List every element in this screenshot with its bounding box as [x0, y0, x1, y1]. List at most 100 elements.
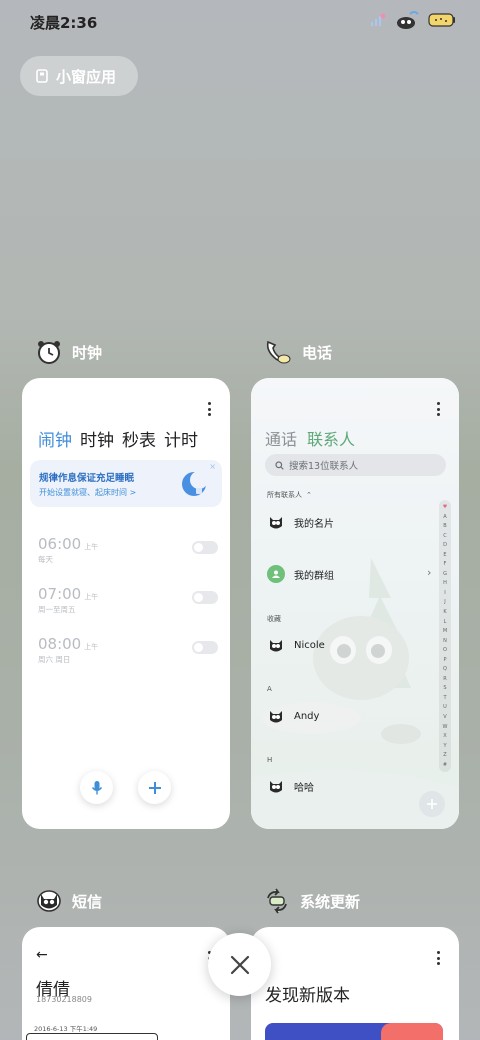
alphabet-index-letter[interactable]: #: [443, 762, 447, 768]
alphabet-index-letter[interactable]: Z: [443, 752, 446, 758]
clock-app-card[interactable]: 闹钟 时钟 秒表 计时 规律作息保证充足睡眠 开始设置就寝、起床时间 > × 0…: [22, 378, 230, 829]
alphabet-index-letter[interactable]: L: [444, 619, 447, 625]
alphabet-index-letter[interactable]: X: [443, 733, 446, 739]
phone-app-card[interactable]: 通话 联系人 搜索13位联系人 所有联系人 ⌃ 我的名片 我的群组 › 收藏 N…: [251, 378, 459, 829]
cat-avatar-icon: [270, 781, 282, 793]
alphabet-index-letter[interactable]: P: [443, 657, 446, 663]
add-alarm-button[interactable]: [138, 771, 171, 804]
alarm-ampm: 上午: [84, 643, 99, 651]
alphabet-index-letter[interactable]: G: [443, 571, 447, 577]
my-groups-item[interactable]: 我的群组: [267, 565, 334, 583]
contact-item-nicole[interactable]: Nicole: [267, 636, 325, 654]
contact-item-andy[interactable]: Andy: [267, 707, 319, 725]
contact-item-haha[interactable]: 哈哈: [267, 777, 314, 795]
alphabet-index-letter[interactable]: C: [443, 533, 447, 539]
sms-app-header[interactable]: 短信: [36, 888, 102, 914]
alphabet-index-letter[interactable]: D: [443, 542, 447, 548]
cat-wifi-icon: [397, 11, 419, 29]
clock-more-icon[interactable]: [208, 402, 212, 416]
alphabet-index-letter[interactable]: ♥: [443, 504, 447, 510]
clock-app-header[interactable]: 时钟: [36, 339, 102, 365]
back-arrow-icon[interactable]: ←: [36, 947, 48, 963]
alarm-item[interactable]: 07:00 上午 周一至周五: [38, 584, 218, 618]
message-bubble[interactable]: [26, 1033, 158, 1040]
add-contact-button[interactable]: [419, 791, 445, 817]
alphabet-index-letter[interactable]: O: [443, 647, 447, 653]
alphabet-index-letter[interactable]: V: [443, 714, 446, 720]
phone-app-name: 电话: [302, 343, 333, 362]
alphabet-index-letter[interactable]: H: [443, 580, 447, 586]
status-time: 凌晨2:36: [30, 14, 98, 32]
moon-illustration-icon: [182, 471, 208, 496]
update-app-header[interactable]: 系统更新: [264, 888, 360, 914]
banner-close-icon[interactable]: ×: [209, 462, 216, 471]
clear-all-button[interactable]: [208, 933, 271, 996]
sleep-banner[interactable]: 规律作息保证充足睡眠 开始设置就寝、起床时间 > ×: [30, 460, 222, 507]
alphabet-index-letter[interactable]: E: [443, 552, 446, 558]
alphabet-index-letter[interactable]: T: [443, 695, 446, 701]
contact-name: Nicole: [294, 639, 325, 651]
alarm-item[interactable]: 06:00 上午 每天: [38, 534, 218, 568]
alphabet-index[interactable]: ♥ A B C D E F G H I J K L M N O P Q R S T U V W X Y Z #: [439, 500, 451, 772]
contact-name: 哈哈: [294, 782, 314, 794]
cat-avatar-icon: [270, 517, 282, 529]
my-card-label: 我的名片: [294, 518, 334, 530]
alphabet-index-letter[interactable]: A: [443, 514, 446, 520]
sort-icon: ⌃: [306, 491, 312, 499]
status-icons: [370, 10, 456, 30]
phone-app-header[interactable]: 电话: [264, 339, 332, 365]
plus-icon: [427, 799, 437, 809]
alphabet-index-letter[interactable]: M: [443, 628, 447, 634]
system-update-icon: [267, 888, 287, 914]
alphabet-index-letter[interactable]: Y: [443, 743, 446, 749]
alphabet-index-letter[interactable]: W: [443, 724, 448, 730]
sms-timestamp: 2016-6-13 下午1:49: [34, 1025, 98, 1033]
alphabet-index-letter[interactable]: I: [444, 590, 445, 596]
alphabet-index-letter[interactable]: J: [444, 599, 445, 605]
alphabet-index-letter[interactable]: Q: [443, 666, 447, 672]
alarm-toggle[interactable]: [192, 591, 218, 604]
contact-search-input[interactable]: 搜索13位联系人: [265, 454, 446, 476]
alphabet-index-letter[interactable]: B: [443, 523, 446, 529]
alarm-time: 06:00: [38, 535, 82, 553]
tab-stopwatch[interactable]: 秒表: [122, 426, 156, 451]
alphabet-index-letter[interactable]: S: [443, 685, 446, 691]
alarm-toggle[interactable]: [192, 641, 218, 654]
favorites-section-label: 收藏: [267, 615, 281, 623]
alphabet-index-letter[interactable]: F: [444, 561, 447, 567]
cat-avatar-icon: [270, 640, 282, 652]
cat-avatar-icon: [270, 711, 282, 723]
alphabet-index-letter[interactable]: R: [443, 676, 446, 682]
my-card-item[interactable]: 我的名片: [267, 513, 334, 531]
clock-app-icon: [38, 341, 60, 364]
alphabet-index-letter[interactable]: K: [443, 609, 446, 615]
all-contacts-label: 所有联系人: [267, 491, 302, 499]
tab-timer[interactable]: 计时: [164, 426, 198, 451]
sms-app-icon: [37, 890, 61, 912]
clock-app-name: 时钟: [72, 343, 103, 362]
small-window-button[interactable]: 小窗应用: [20, 56, 138, 96]
status-bar: 凌晨2:36: [0, 0, 480, 42]
signal-icon: [371, 13, 386, 26]
alarm-ampm: 上午: [84, 593, 99, 601]
microphone-icon: [91, 780, 102, 794]
tab-calls[interactable]: 通话: [265, 426, 297, 450]
voice-alarm-button[interactable]: [80, 771, 113, 804]
search-placeholder: 搜索13位联系人: [289, 461, 359, 472]
update-app-card[interactable]: 发现新版本: [251, 927, 459, 1040]
tab-clock[interactable]: 时钟: [80, 426, 114, 451]
sms-app-card[interactable]: ← 倩倩 18730218809 2016-6-13 下午1:49: [22, 927, 230, 1040]
alphabet-index-letter[interactable]: N: [443, 638, 447, 644]
tab-contacts[interactable]: 联系人: [307, 426, 355, 450]
alphabet-index-letter[interactable]: U: [443, 704, 447, 710]
update-more-icon[interactable]: [437, 951, 441, 965]
phone-tabs: 通话 联系人: [265, 426, 355, 450]
small-window-label: 小窗应用: [56, 67, 117, 86]
alarm-item[interactable]: 08:00 上午 周六 周日: [38, 634, 218, 668]
all-contacts-filter[interactable]: 所有联系人 ⌃: [267, 490, 312, 500]
phone-more-icon[interactable]: [437, 402, 441, 416]
chevron-right-icon: ›: [427, 566, 432, 579]
tab-alarm[interactable]: 闹钟: [38, 426, 72, 451]
alarm-toggle[interactable]: [192, 541, 218, 554]
phone-app-icon: [266, 340, 291, 364]
